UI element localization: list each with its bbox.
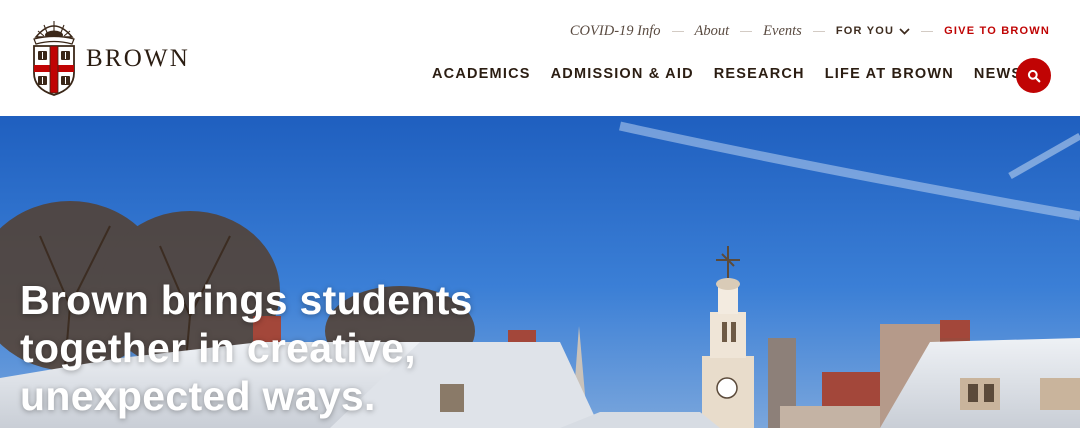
- main-nav: ACADEMICS ADMISSION & AID RESEARCH LIFE …: [422, 66, 1032, 82]
- for-you-dropdown[interactable]: FOR YOU: [836, 25, 910, 37]
- nav-admission-aid[interactable]: ADMISSION & AID: [551, 66, 694, 82]
- home-logo-link[interactable]: BROWN: [30, 17, 190, 97]
- search-button[interactable]: [1016, 58, 1051, 93]
- for-you-label: FOR YOU: [835, 25, 895, 37]
- utility-link-events[interactable]: Events: [763, 23, 802, 40]
- utility-link-covid[interactable]: COVID-19 Info: [570, 23, 661, 40]
- hero-banner: Brown brings students together in creati…: [0, 116, 1080, 428]
- utility-divider: [921, 30, 934, 32]
- nav-academics[interactable]: ACADEMICS: [432, 66, 531, 82]
- give-to-brown-link[interactable]: GIVE TO BROWN: [944, 25, 1050, 37]
- nav-news[interactable]: NEWS: [974, 66, 1022, 82]
- nav-research[interactable]: RESEARCH: [714, 66, 805, 82]
- site-header: BROWN COVID-19 Info About Events FOR YOU…: [0, 0, 1080, 116]
- brown-coat-of-arms-icon: [30, 17, 78, 97]
- utility-divider: [671, 30, 684, 32]
- utility-divider: [812, 30, 825, 32]
- utility-divider: [740, 30, 753, 32]
- brand-wordmark: BROWN: [86, 45, 191, 72]
- utility-nav: COVID-19 Info About Events FOR YOU GIVE …: [570, 22, 1050, 40]
- utility-link-about[interactable]: About: [695, 23, 730, 40]
- search-icon: [1027, 69, 1040, 82]
- hero-title: Brown brings students together in creati…: [20, 277, 473, 419]
- chevron-down-icon: [899, 27, 910, 35]
- nav-life-at-brown[interactable]: LIFE AT BROWN: [825, 66, 954, 82]
